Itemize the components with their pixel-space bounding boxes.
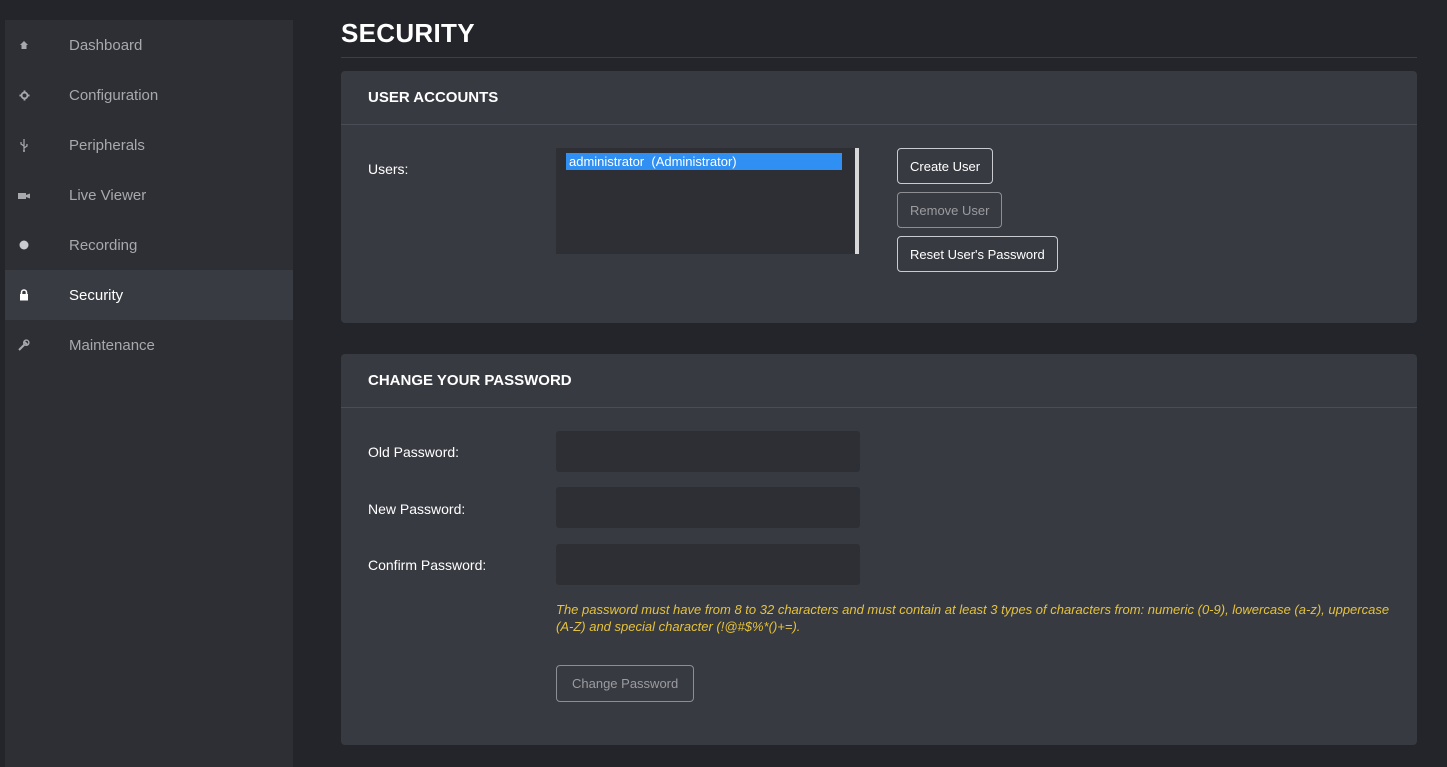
listbox-scrollbar[interactable] bbox=[855, 148, 859, 254]
sidebar-item-label: Configuration bbox=[69, 86, 159, 104]
camera-icon bbox=[17, 188, 31, 202]
new-password-input[interactable] bbox=[556, 487, 860, 528]
gear-icon bbox=[17, 88, 31, 102]
sidebar-item-label: Dashboard bbox=[69, 36, 143, 54]
home-icon bbox=[17, 38, 31, 52]
app: Dashboard Configuration Peripherals Live… bbox=[0, 0, 1447, 767]
lock-icon bbox=[17, 288, 31, 302]
sidebar-item-label: Recording bbox=[69, 236, 138, 254]
new-password-label: New Password: bbox=[368, 501, 466, 517]
usb-icon bbox=[17, 138, 31, 152]
user-accounts-header: USER ACCOUNTS bbox=[341, 71, 1417, 125]
sidebar-item-label: Live Viewer bbox=[69, 186, 147, 204]
sidebar-item-label: Security bbox=[69, 286, 124, 304]
change-password-button[interactable]: Change Password bbox=[556, 665, 695, 702]
users-label: Users: bbox=[368, 161, 409, 177]
create-user-button[interactable]: Create User bbox=[897, 148, 994, 184]
sidebar-item-label: Peripherals bbox=[69, 136, 145, 154]
remove-user-button[interactable]: Remove User bbox=[897, 192, 1003, 228]
sidebar-item-peripherals[interactable]: Peripherals bbox=[5, 120, 293, 170]
users-listbox[interactable]: administrator (Administrator) bbox=[556, 148, 859, 254]
old-password-input[interactable] bbox=[556, 431, 860, 472]
user-accounts-panel: USER ACCOUNTS Users: administrator (Admi… bbox=[341, 71, 1417, 323]
change-password-panel: CHANGE YOUR PASSWORD Old Password: New P… bbox=[341, 354, 1417, 745]
confirm-password-label: Confirm Password: bbox=[368, 557, 487, 573]
title-divider bbox=[341, 57, 1417, 58]
change-password-header: CHANGE YOUR PASSWORD bbox=[341, 354, 1417, 408]
sidebar-item-live-viewer[interactable]: Live Viewer bbox=[5, 170, 293, 220]
user-list-item[interactable]: administrator (Administrator) bbox=[566, 153, 842, 170]
sidebar-item-maintenance[interactable]: Maintenance bbox=[5, 320, 293, 370]
record-dot-icon bbox=[17, 238, 31, 252]
old-password-label: Old Password: bbox=[368, 444, 460, 460]
sidebar-item-label: Maintenance bbox=[69, 336, 155, 354]
sidebar-item-recording[interactable]: Recording bbox=[5, 220, 293, 270]
reset-password-button[interactable]: Reset User's Password bbox=[897, 236, 1058, 272]
page-title: SECURITY bbox=[341, 18, 475, 48]
sidebar-item-dashboard[interactable]: Dashboard bbox=[5, 20, 293, 70]
password-requirements-hint: The password must have from 8 to 32 char… bbox=[556, 602, 1390, 634]
sidebar-item-security[interactable]: Security bbox=[5, 270, 293, 320]
confirm-password-input[interactable] bbox=[556, 544, 860, 585]
sidebar: Dashboard Configuration Peripherals Live… bbox=[5, 20, 293, 767]
sidebar-item-configuration[interactable]: Configuration bbox=[5, 70, 293, 120]
wrench-icon bbox=[17, 338, 31, 352]
